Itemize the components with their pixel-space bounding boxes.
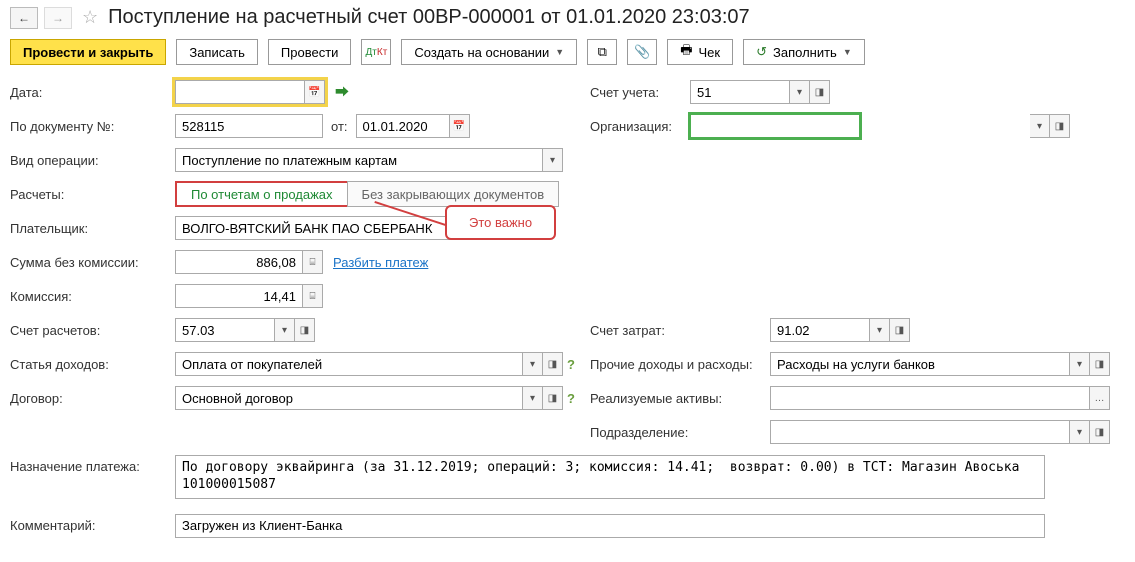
tab-by-sales-reports[interactable]: По отчетам о продажах [175,181,349,207]
date-input[interactable] [175,80,305,104]
payer-label: Плательщик: [10,221,175,236]
account-label: Счет учета: [590,85,690,100]
other-inc-exp-label: Прочие доходы и расходы: [590,357,770,372]
comment-label: Комментарий: [10,518,175,533]
help-icon[interactable]: ? [567,391,575,406]
dropdown-icon[interactable]: ▾ [523,386,543,410]
calc-account-input[interactable] [175,318,275,342]
cost-account-label: Счет затрат: [590,323,770,338]
org-label: Организация: [590,119,690,134]
subdivision-input[interactable] [770,420,1070,444]
op-type-label: Вид операции: [10,153,175,168]
fill-icon: ↺ [756,44,767,60]
dropdown-icon[interactable]: ▾ [275,318,295,342]
fill-button[interactable]: ↺ Заполнить▼ [743,39,865,65]
debit-credit-icon-button[interactable]: ДтКт [361,39,391,65]
from-label: от: [331,119,348,134]
help-icon[interactable]: ? [567,357,575,372]
dropdown-icon[interactable]: ▾ [543,148,563,172]
dropdown-icon[interactable]: ▾ [790,80,810,104]
open-icon[interactable]: ◨ [1090,352,1110,376]
income-item-label: Статья доходов: [10,357,175,372]
calculator-icon[interactable]: ⌸ [303,284,323,308]
callout-bubble: Это важно [445,205,556,240]
open-icon[interactable]: ◨ [543,352,563,376]
purpose-textarea[interactable] [175,455,1045,499]
contract-input[interactable] [175,386,523,410]
purpose-label: Назначение платежа: [10,455,175,474]
date-label: Дата: [10,85,175,100]
subdivision-label: Подразделение: [590,425,770,440]
post-and-close-button[interactable]: Провести и закрыть [10,39,166,65]
contract-label: Договор: [10,391,175,406]
open-icon[interactable]: ◨ [1090,420,1110,444]
sum-wo-comm-label: Сумма без комиссии: [10,255,175,270]
doc-date-input[interactable] [356,114,450,138]
commission-label: Комиссия: [10,289,175,304]
more-icon[interactable]: … [1090,386,1110,410]
sum-wo-comm-input[interactable] [175,250,303,274]
account-input[interactable] [690,80,790,104]
open-icon[interactable]: ◨ [890,318,910,342]
go-to-icon[interactable]: ⮕ [335,82,349,102]
comment-input[interactable] [175,514,1045,538]
doc-no-label: По документу №: [10,119,175,134]
open-icon[interactable]: ◨ [295,318,315,342]
struct-icon: ⧉ [598,44,607,60]
op-type-input[interactable] [175,148,543,172]
nav-back-button[interactable]: ← [10,7,38,29]
split-payment-link[interactable]: Разбить платеж [333,255,428,270]
dropdown-icon[interactable]: ▾ [1070,420,1090,444]
post-button[interactable]: Провести [268,39,352,65]
org-input[interactable] [690,114,860,138]
dropdown-icon[interactable]: ▾ [870,318,890,342]
open-icon[interactable]: ◨ [1050,114,1070,138]
doc-no-input[interactable] [175,114,323,138]
check-button[interactable]: 🖶 Чек [667,39,733,65]
attach-icon-button[interactable]: 📎 [627,39,657,65]
real-assets-input[interactable] [770,386,1090,410]
structure-icon-button[interactable]: ⧉ [587,39,617,65]
save-button[interactable]: Записать [176,39,258,65]
paperclip-icon: 📎 [634,44,650,60]
nav-forward-button[interactable]: → [44,7,72,29]
dropdown-icon[interactable]: ▾ [1030,114,1050,138]
open-icon[interactable]: ◨ [810,80,830,104]
dropdown-icon[interactable]: ▾ [1070,352,1090,376]
commission-input[interactable] [175,284,303,308]
calculator-icon[interactable]: ⌸ [303,250,323,274]
dt-kt-icon: ДтКт [366,47,388,58]
page-title: Поступление на расчетный счет 00ВР-00000… [108,6,750,29]
calc-account-label: Счет расчетов: [10,323,175,338]
cost-account-input[interactable] [770,318,870,342]
open-icon[interactable]: ◨ [543,386,563,410]
income-item-input[interactable] [175,352,523,376]
calendar-icon[interactable]: 📅 [305,80,325,104]
calcs-label: Расчеты: [10,187,175,202]
dropdown-icon[interactable]: ▾ [523,352,543,376]
receipt-icon: 🖶 [680,41,692,63]
real-assets-label: Реализуемые активы: [590,391,770,406]
calendar-icon[interactable]: 📅 [450,114,470,138]
other-inc-exp-input[interactable] [770,352,1070,376]
favorite-star-icon[interactable]: ☆ [82,7,98,28]
create-based-on-button[interactable]: Создать на основании▼ [401,39,577,65]
